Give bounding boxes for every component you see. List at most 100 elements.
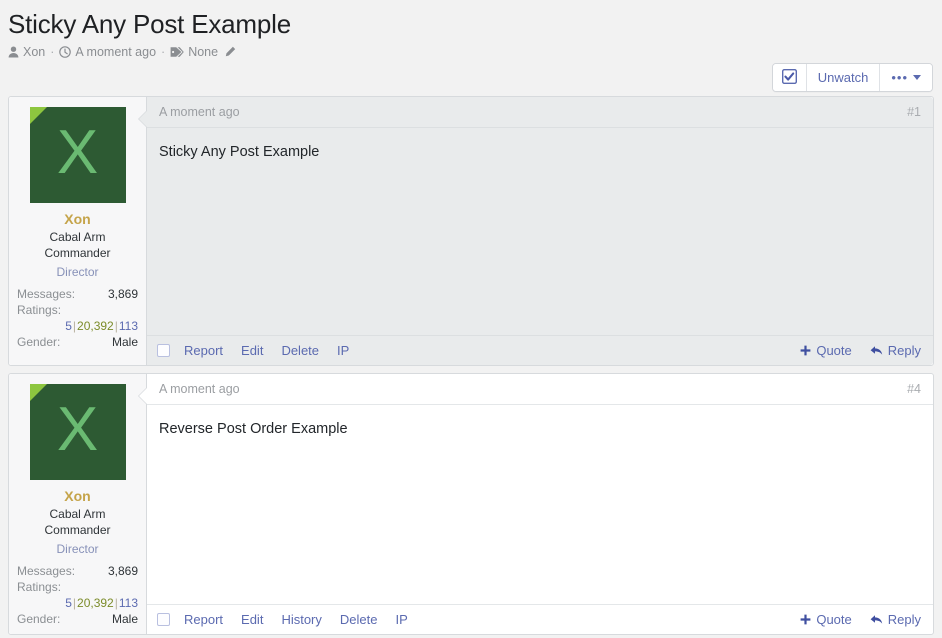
reply-button[interactable]: Reply <box>870 612 921 627</box>
more-options-button[interactable]: ••• <box>880 64 932 91</box>
post-user-stats: Messages: 3,869 Ratings: 5|20,392|113 Ge… <box>17 563 138 627</box>
online-status-icon <box>30 107 47 124</box>
pencil-icon[interactable] <box>224 46 236 58</box>
post-number[interactable]: #1 <box>907 104 921 120</box>
stat-gender: Gender: Male <box>17 334 138 350</box>
post-pointer-icon <box>139 111 147 127</box>
ratings-values: 5|20,392|113 <box>17 318 138 334</box>
reply-label: Reply <box>888 343 921 358</box>
avatar-letter: X <box>57 122 98 184</box>
page-title: Sticky Any Post Example <box>8 8 942 40</box>
messages-value: 3,869 <box>108 286 138 302</box>
thread-header: Sticky Any Post Example Xon · A moment a… <box>0 0 942 60</box>
ip-link[interactable]: IP <box>395 612 407 627</box>
quote-button[interactable]: Quote <box>800 612 851 627</box>
post-footer-right: Quote Reply <box>800 343 921 358</box>
delete-link[interactable]: Delete <box>340 612 378 627</box>
ratings-negative[interactable]: 113 <box>119 319 138 333</box>
messages-label: Messages: <box>17 563 75 579</box>
post-username[interactable]: Xon <box>17 211 138 227</box>
stat-gender: Gender: Male <box>17 611 138 627</box>
ellipsis-icon: ••• <box>891 71 908 84</box>
unwatch-button[interactable]: Unwatch <box>807 64 881 91</box>
ip-link[interactable]: IP <box>337 343 349 358</box>
thread-author: Xon <box>23 44 45 60</box>
post-footer-left: Report Edit History Delete IP <box>157 612 408 627</box>
gender-value: Male <box>112 611 138 627</box>
unwatch-label: Unwatch <box>818 70 869 85</box>
reply-button[interactable]: Reply <box>870 343 921 358</box>
stat-messages: Messages: 3,869 <box>17 286 138 302</box>
post-user-panel: X Xon Cabal Arm Commander Director Messa… <box>9 97 147 365</box>
gender-label: Gender: <box>17 334 60 350</box>
messages-value: 3,869 <box>108 563 138 579</box>
post-user-stats: Messages: 3,869 Ratings: 5|20,392|113 Ge… <box>17 286 138 350</box>
online-status-icon <box>30 384 47 401</box>
stat-ratings: Ratings: 5|20,392|113 <box>17 302 138 334</box>
post-timestamp[interactable]: A moment ago <box>159 381 240 397</box>
thread-timestamp: A moment ago <box>75 44 156 60</box>
user-icon <box>8 46 19 58</box>
ratings-neutral[interactable]: 20,392 <box>77 596 114 610</box>
ratings-neutral[interactable]: 20,392 <box>77 319 114 333</box>
delete-link[interactable]: Delete <box>281 343 319 358</box>
tag-icon <box>170 46 184 58</box>
ratings-values: 5|20,392|113 <box>17 595 138 611</box>
meta-separator-1: · <box>49 44 55 60</box>
post-list: X Xon Cabal Arm Commander Director Messa… <box>8 96 934 638</box>
quote-label: Quote <box>816 343 851 358</box>
plus-icon <box>800 614 811 625</box>
post-select-checkbox[interactable] <box>157 613 170 626</box>
edit-link[interactable]: Edit <box>241 343 263 358</box>
post-item: X Xon Cabal Arm Commander Director Messa… <box>8 373 934 635</box>
post-user-banner: Director <box>17 541 138 557</box>
thread-tags: None <box>188 44 218 60</box>
post-user-banner: Director <box>17 264 138 280</box>
gender-label: Gender: <box>17 611 60 627</box>
avatar[interactable]: X <box>30 107 126 203</box>
stat-ratings: Ratings: 5|20,392|113 <box>17 579 138 611</box>
meta-separator-2: · <box>160 44 166 60</box>
post-username[interactable]: Xon <box>17 488 138 504</box>
chevron-down-icon <box>913 75 921 80</box>
post-user-title: Cabal Arm Commander <box>17 506 138 538</box>
ratings-negative[interactable]: 113 <box>119 596 138 610</box>
watch-toggle-button[interactable] <box>773 64 807 91</box>
ratings-positive[interactable]: 5 <box>65 319 72 333</box>
report-link[interactable]: Report <box>184 612 223 627</box>
post-user-title: Cabal Arm Commander <box>17 229 138 261</box>
ratings-label: Ratings: <box>17 579 138 595</box>
stat-messages: Messages: 3,869 <box>17 563 138 579</box>
post-item: X Xon Cabal Arm Commander Director Messa… <box>8 96 934 366</box>
post-timestamp[interactable]: A moment ago <box>159 104 240 120</box>
post-header: A moment ago #4 <box>147 374 933 405</box>
post-content: Reverse Post Order Example <box>147 405 933 604</box>
thread-meta: Xon · A moment ago · None <box>8 44 942 60</box>
ratings-positive[interactable]: 5 <box>65 596 72 610</box>
post-footer: Report Edit Delete IP Quote <box>147 335 933 365</box>
edit-link[interactable]: Edit <box>241 612 263 627</box>
quote-button[interactable]: Quote <box>800 343 851 358</box>
post-footer-left: Report Edit Delete IP <box>157 343 349 358</box>
thread-toolbar: Unwatch ••• <box>772 63 933 92</box>
post-number[interactable]: #4 <box>907 381 921 397</box>
post-pointer-icon <box>139 388 147 404</box>
post-footer: Report Edit History Delete IP Quote <box>147 604 933 634</box>
quote-label: Quote <box>816 612 851 627</box>
post-select-checkbox[interactable] <box>157 344 170 357</box>
checked-checkbox-icon <box>782 69 797 87</box>
post-user-panel: X Xon Cabal Arm Commander Director Messa… <box>9 374 147 634</box>
reply-arrow-icon <box>870 614 883 625</box>
history-link[interactable]: History <box>281 612 321 627</box>
reply-label: Reply <box>888 612 921 627</box>
report-link[interactable]: Report <box>184 343 223 358</box>
plus-icon <box>800 345 811 356</box>
messages-label: Messages: <box>17 286 75 302</box>
gender-value: Male <box>112 334 138 350</box>
reply-arrow-icon <box>870 345 883 356</box>
clock-icon <box>59 46 71 58</box>
post-main: A moment ago #1 Sticky Any Post Example … <box>147 97 933 365</box>
post-main: A moment ago #4 Reverse Post Order Examp… <box>147 374 933 634</box>
avatar[interactable]: X <box>30 384 126 480</box>
post-header: A moment ago #1 <box>147 97 933 128</box>
